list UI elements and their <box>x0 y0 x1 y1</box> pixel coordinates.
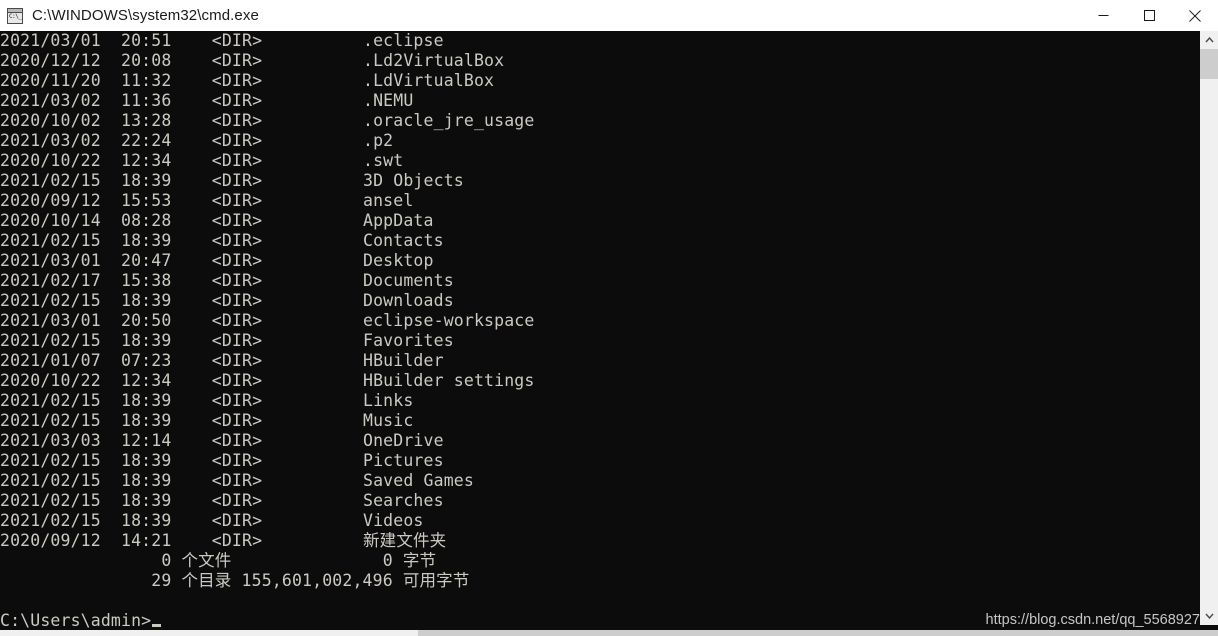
window-title: C:\WINDOWS\system32\cmd.exe <box>32 7 259 24</box>
text-cursor <box>152 624 162 627</box>
directory-entry-line: 2021/02/15 18:39 <DIR> Pictures <box>0 451 444 470</box>
directory-entry-line: 2021/03/02 11:36 <DIR> .NEMU <box>0 91 414 110</box>
minimize-button[interactable] <box>1080 0 1126 31</box>
directory-entry-line: 2021/02/15 18:39 <DIR> Searches <box>0 491 444 510</box>
directory-entry-line: 2021/02/15 18:39 <DIR> Downloads <box>0 291 454 310</box>
directory-entry-line: 2021/02/17 15:38 <DIR> Documents <box>0 271 454 290</box>
directory-entry-line: 2020/12/12 20:08 <DIR> .Ld2VirtualBox <box>0 51 505 70</box>
vertical-scrollbar[interactable] <box>1200 31 1218 625</box>
directory-entry-line: 2021/03/01 20:47 <DIR> Desktop <box>0 251 434 270</box>
watermark-url: https://blog.csdn.net/qq_5568927 <box>985 612 1200 628</box>
directory-entry-line: 2021/02/15 18:39 <DIR> 3D Objects <box>0 171 464 190</box>
directory-entry-line: 2021/02/15 18:39 <DIR> Favorites <box>0 331 454 350</box>
directory-entry-line: 2021/02/15 18:39 <DIR> Videos <box>0 511 424 530</box>
directory-entry-line: 2020/10/14 08:28 <DIR> AppData <box>0 211 434 230</box>
close-button[interactable] <box>1172 0 1218 31</box>
console-line: 0 个文件 0 字节 <box>0 551 437 570</box>
window-controls <box>1080 0 1218 31</box>
directory-entry-line: 2021/03/03 12:14 <DIR> OneDrive <box>0 431 444 450</box>
directory-entry-line: 2021/02/15 18:39 <DIR> Saved Games <box>0 471 474 490</box>
directory-entry-line: 2021/03/01 20:50 <DIR> eclipse-workspace <box>0 311 535 330</box>
cmd-console-icon <box>7 7 23 24</box>
directory-entry-line: 2020/10/22 12:34 <DIR> HBuilder settings <box>0 371 535 390</box>
maximize-button[interactable] <box>1126 0 1172 31</box>
chevron-up-icon[interactable] <box>1200 31 1218 49</box>
vertical-scrollbar-track[interactable] <box>1200 49 1218 607</box>
directory-entry-line: 2020/09/12 15:53 <DIR> ansel <box>0 191 414 210</box>
directory-entry-line: 2020/10/22 12:34 <DIR> .swt <box>0 151 404 170</box>
vertical-scrollbar-thumb[interactable] <box>1200 49 1218 79</box>
directory-entry-line: 2021/02/15 18:39 <DIR> Music <box>0 411 414 430</box>
directory-entry-line: 2020/10/02 13:28 <DIR> .oracle_jre_usage <box>0 111 535 130</box>
directory-entry-line: 2021/02/15 18:39 <DIR> Contacts <box>0 231 444 250</box>
directory-entry-line: 2021/02/15 18:39 <DIR> Links <box>0 391 414 410</box>
horizontal-scrollbar-track[interactable] <box>0 630 418 636</box>
directory-entry-line: 2021/03/02 22:24 <DIR> .p2 <box>0 131 394 150</box>
directory-entry-line: 2021/03/01 20:51 <DIR> .eclipse <box>0 31 444 50</box>
console-output-area[interactable]: 2021/03/01 20:51 <DIR> .eclipse 2020/12/1… <box>0 31 1218 636</box>
directory-entry-line: 2020/09/12 14:21 <DIR> 新建文件夹 <box>0 531 447 550</box>
directory-entry-line: 2020/11/20 11:32 <DIR> .LdVirtualBox <box>0 71 495 90</box>
console-text: 2021/03/01 20:51 <DIR> .eclipse 2020/12/1… <box>0 31 534 631</box>
directory-entry-line: 2021/01/07 07:23 <DIR> HBuilder <box>0 351 444 370</box>
console-line: 29 个目录 155,601,002,496 可用字节 <box>0 571 470 590</box>
prompt-line: C:\Users\admin> <box>0 611 534 631</box>
cmd-window: C:\WINDOWS\system32\cmd.exe 2021/03 <box>0 0 1218 636</box>
horizontal-scrollbar-thumb[interactable] <box>418 630 1218 636</box>
title-bar[interactable]: C:\WINDOWS\system32\cmd.exe <box>0 0 1218 31</box>
horizontal-scrollbar[interactable] <box>0 630 1218 636</box>
chevron-down-icon[interactable] <box>1200 607 1218 625</box>
